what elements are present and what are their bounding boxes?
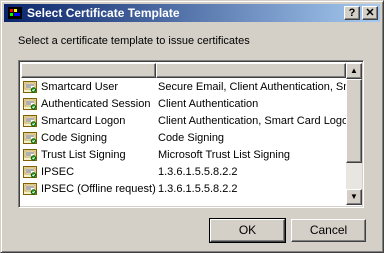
list-item[interactable]: Smartcard User Secure Email, Client Authe… — [21, 79, 348, 96]
template-name: IPSEC (Offline request) — [41, 183, 156, 195]
template-purpose: 1.3.6.1.5.5.8.2.2 — [158, 166, 238, 178]
certificate-template-icon — [23, 182, 37, 196]
ok-button[interactable]: OK — [209, 218, 286, 243]
certificate-template-icon — [23, 80, 37, 94]
close-button[interactable]: ✕ — [362, 6, 378, 20]
list-item[interactable]: Code Signing Code Signing — [21, 130, 346, 147]
instruction-text: Select a certificate template to issue c… — [18, 35, 250, 47]
list-item[interactable]: Smartcard Logon Client Authentication, Sm… — [21, 113, 348, 130]
template-purpose: Code Signing — [158, 132, 225, 144]
list-header — [21, 63, 346, 78]
certificate-template-icon — [23, 114, 37, 128]
template-name: Authenticated Session — [41, 98, 151, 110]
cancel-button[interactable]: Cancel — [291, 219, 366, 242]
template-purpose: Microsoft Trust List Signing — [158, 149, 291, 161]
list-rows: Smartcard User Secure Email, Client Authe… — [21, 79, 348, 198]
scroll-down-button[interactable]: ▼ — [346, 189, 362, 205]
column-header-purpose[interactable] — [156, 63, 346, 78]
template-name: Trust List Signing — [41, 149, 126, 161]
template-name: Smartcard User — [41, 81, 119, 93]
template-purpose: Client Authentication, Smart Card Logon — [158, 115, 348, 127]
list-item[interactable]: IPSEC (Offline request) 1.3.6.1.5.5.8.2.2 — [21, 181, 346, 198]
scroll-thumb[interactable] — [346, 79, 362, 163]
template-purpose: Secure Email, Client Authentication, Sma — [158, 81, 348, 93]
column-header-name[interactable] — [21, 63, 156, 78]
list-item[interactable]: IPSEC 1.3.6.1.5.5.8.2.2 — [21, 164, 346, 181]
template-purpose: Client Authentication — [158, 98, 259, 110]
certificate-template-list[interactable]: Smartcard User Secure Email, Client Authe… — [18, 60, 364, 208]
window-title: Select Certificate Template — [27, 6, 180, 20]
template-name: Smartcard Logon — [41, 115, 126, 127]
certificate-authority-icon — [8, 6, 22, 20]
certificate-template-icon — [23, 165, 37, 179]
select-certificate-template-dialog: Select Certificate Template ? ✕ Select a… — [0, 0, 384, 253]
certificate-template-icon — [23, 97, 37, 111]
certificate-template-icon — [23, 131, 37, 145]
certificate-template-icon — [23, 148, 37, 162]
vertical-scrollbar[interactable]: ▲ ▼ — [346, 63, 362, 205]
template-name: Code Signing — [41, 132, 108, 144]
list-item[interactable]: Authenticated Session Client Authenticati… — [21, 96, 346, 113]
title-bar[interactable]: Select Certificate Template ? ✕ — [4, 4, 380, 22]
list-item[interactable]: Trust List Signing Microsoft Trust List S… — [21, 147, 346, 164]
help-button[interactable]: ? — [344, 6, 360, 20]
scroll-up-button[interactable]: ▲ — [346, 63, 362, 79]
template-purpose: 1.3.6.1.5.5.8.2.2 — [158, 183, 238, 195]
template-name: IPSEC — [41, 166, 75, 178]
